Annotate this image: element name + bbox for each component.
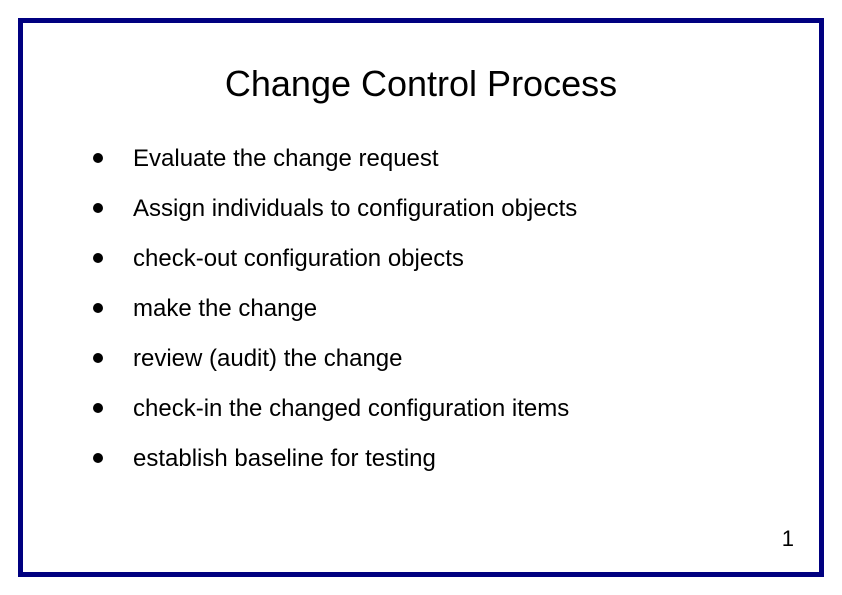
bullet-text: make the change	[133, 295, 317, 322]
list-item: establish baseline for testing	[93, 445, 769, 473]
bullet-text: review (audit) the change	[133, 345, 402, 372]
list-item: review (audit) the change	[93, 345, 769, 373]
bullet-icon	[93, 253, 103, 263]
list-item: Evaluate the change request	[93, 145, 769, 173]
bullet-icon	[93, 153, 103, 163]
list-item: Assign individuals to configuration obje…	[93, 195, 769, 223]
bullet-icon	[93, 203, 103, 213]
bullet-list: Evaluate the change request Assign indiv…	[73, 145, 769, 473]
bullet-text: check-in the changed configuration items	[133, 395, 569, 422]
list-item: check-out configuration objects	[93, 245, 769, 273]
bullet-icon	[93, 303, 103, 313]
bullet-text: check-out configuration objects	[133, 245, 464, 272]
bullet-text: Evaluate the change request	[133, 145, 439, 172]
bullet-icon	[93, 453, 103, 463]
page-number: 1	[782, 526, 794, 552]
bullet-icon	[93, 403, 103, 413]
slide-title: Change Control Process	[73, 63, 769, 105]
bullet-text: Assign individuals to configuration obje…	[133, 195, 577, 222]
bullet-icon	[93, 353, 103, 363]
list-item: check-in the changed configuration items	[93, 395, 769, 423]
list-item: make the change	[93, 295, 769, 323]
slide-frame: Change Control Process Evaluate the chan…	[18, 18, 824, 577]
bullet-text: establish baseline for testing	[133, 445, 436, 472]
